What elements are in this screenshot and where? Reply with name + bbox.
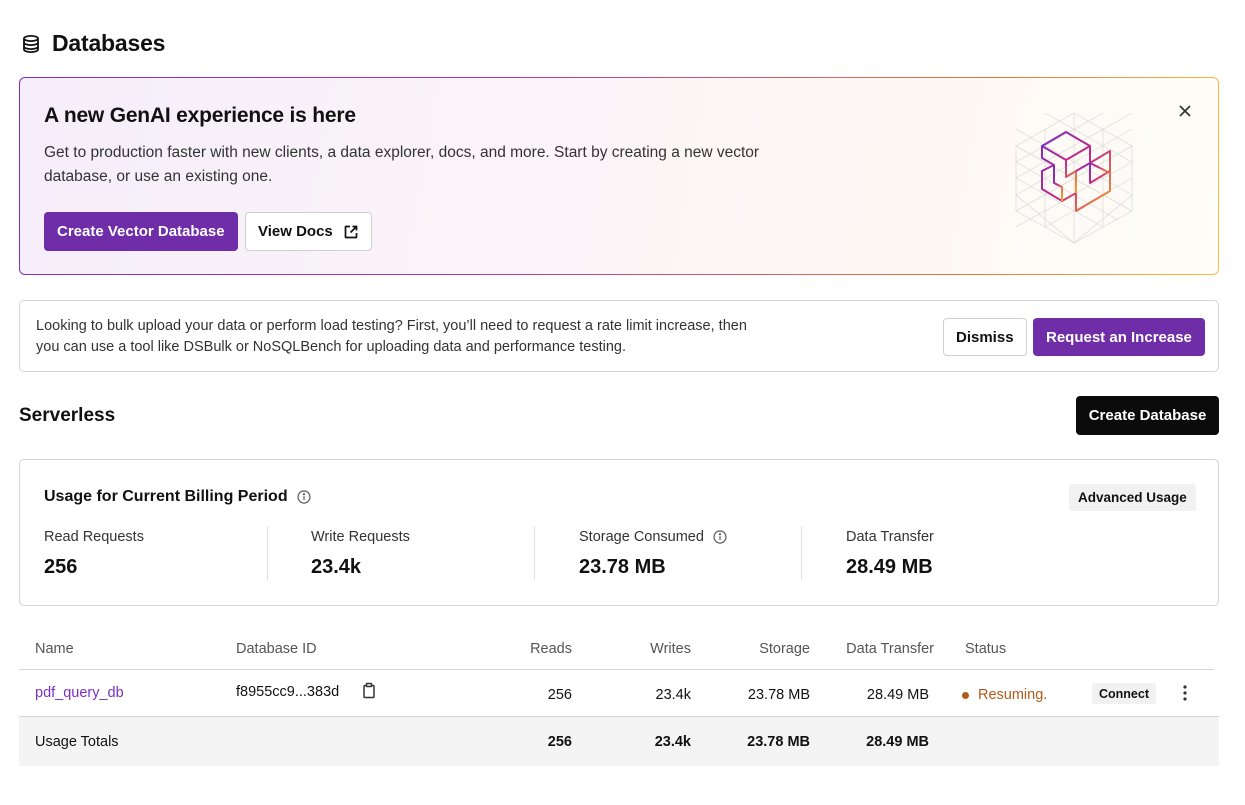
total-writes: 23.4k [654, 734, 691, 750]
writes-cell: 23.4k [655, 687, 691, 703]
status-dot-icon [962, 691, 969, 699]
total-storage: 23.78 MB [747, 734, 810, 750]
column-header-storage[interactable]: Storage [710, 641, 810, 657]
isometric-cube-logo [1014, 111, 1134, 245]
column-header-database-id[interactable]: Database ID [236, 641, 317, 657]
database-stack-icon [20, 33, 42, 55]
databases-table: Name Database ID Reads Writes Storage Da… [19, 628, 1219, 766]
metric-label: Data Transfer [846, 529, 934, 545]
metric-write-requests: Write Requests 23.4k [311, 528, 410, 579]
request-increase-button[interactable]: Request an Increase [1033, 318, 1205, 356]
genai-banner-title: A new GenAI experience is here [44, 104, 356, 127]
column-header-writes[interactable]: Writes [591, 641, 691, 657]
copy-icon[interactable] [361, 682, 377, 700]
metric-label: Read Requests [44, 529, 144, 545]
database-name-link[interactable]: pdf_query_db [35, 685, 124, 701]
page-header: Databases [20, 30, 165, 57]
connect-button[interactable]: Connect [1092, 683, 1156, 704]
serverless-section-title: Serverless [19, 405, 116, 426]
column-header-data-transfer[interactable]: Data Transfer [814, 641, 934, 657]
info-icon[interactable] [713, 530, 727, 544]
rate-limit-notice-text: Looking to bulk upload your data or perf… [36, 318, 747, 355]
metric-read-requests: Read Requests 256 [44, 528, 144, 579]
status-text: Resuming. [978, 687, 1048, 703]
metric-divider [534, 526, 535, 580]
total-reads: 256 [547, 734, 572, 750]
rate-limit-notice: Looking to bulk upload your data or perf… [19, 300, 1219, 372]
metric-value: 23.78 MB [579, 556, 666, 578]
create-database-button[interactable]: Create Database [1076, 396, 1219, 435]
view-docs-button[interactable]: View Docs [245, 212, 372, 251]
close-icon[interactable] [1176, 102, 1194, 120]
usage-card: Usage for Current Billing Period Advance… [19, 459, 1219, 606]
more-options-icon[interactable] [1177, 684, 1193, 702]
table-row: pdf_query_db f8955cc9...383d 256 23.4k 2… [19, 670, 1219, 717]
metric-value: 23.4k [311, 556, 362, 578]
total-data-transfer: 28.49 MB [866, 734, 929, 750]
usage-totals-row: Usage Totals 256 23.4k 23.78 MB 28.49 MB [19, 717, 1219, 766]
usage-card-title: Usage for Current Billing Period [44, 488, 311, 506]
metric-divider [801, 526, 802, 580]
column-header-status[interactable]: Status [965, 641, 1006, 657]
advanced-usage-button[interactable]: Advanced Usage [1069, 484, 1196, 511]
genai-banner: A new GenAI experience is here Get to pr… [19, 77, 1219, 275]
info-icon[interactable] [296, 490, 311, 504]
data-transfer-cell: 28.49 MB [866, 687, 929, 703]
usage-totals-label: Usage Totals [35, 734, 119, 750]
reads-cell: 256 [547, 687, 572, 703]
external-link-icon [343, 224, 359, 240]
usage-card-title-text: Usage for Current Billing Period [44, 488, 288, 505]
column-header-reads[interactable]: Reads [472, 641, 572, 657]
storage-cell: 23.78 MB [747, 687, 810, 703]
genai-banner-description: Get to production faster with new client… [44, 144, 760, 185]
database-id: f8955cc9...383d [236, 684, 340, 700]
metric-data-transfer: Data Transfer 28.49 MB [846, 528, 934, 579]
table-header-row: Name Database ID Reads Writes Storage Da… [19, 628, 1214, 670]
metric-label-row: Storage Consumed [579, 528, 727, 546]
metric-divider [267, 526, 268, 580]
metric-label: Storage Consumed [579, 529, 704, 545]
create-vector-database-button[interactable]: Create Vector Database [44, 212, 238, 251]
column-header-name[interactable]: Name [35, 641, 74, 657]
status-badge: Resuming. [962, 687, 1047, 703]
dismiss-button[interactable]: Dismiss [943, 318, 1027, 356]
metric-value: 256 [44, 556, 78, 578]
page-title: Databases [52, 30, 166, 56]
metric-value: 28.49 MB [846, 556, 933, 578]
metric-label: Write Requests [311, 529, 410, 545]
metric-storage-consumed: Storage Consumed 23.78 MB [579, 528, 727, 579]
view-docs-label: View Docs [258, 223, 333, 240]
